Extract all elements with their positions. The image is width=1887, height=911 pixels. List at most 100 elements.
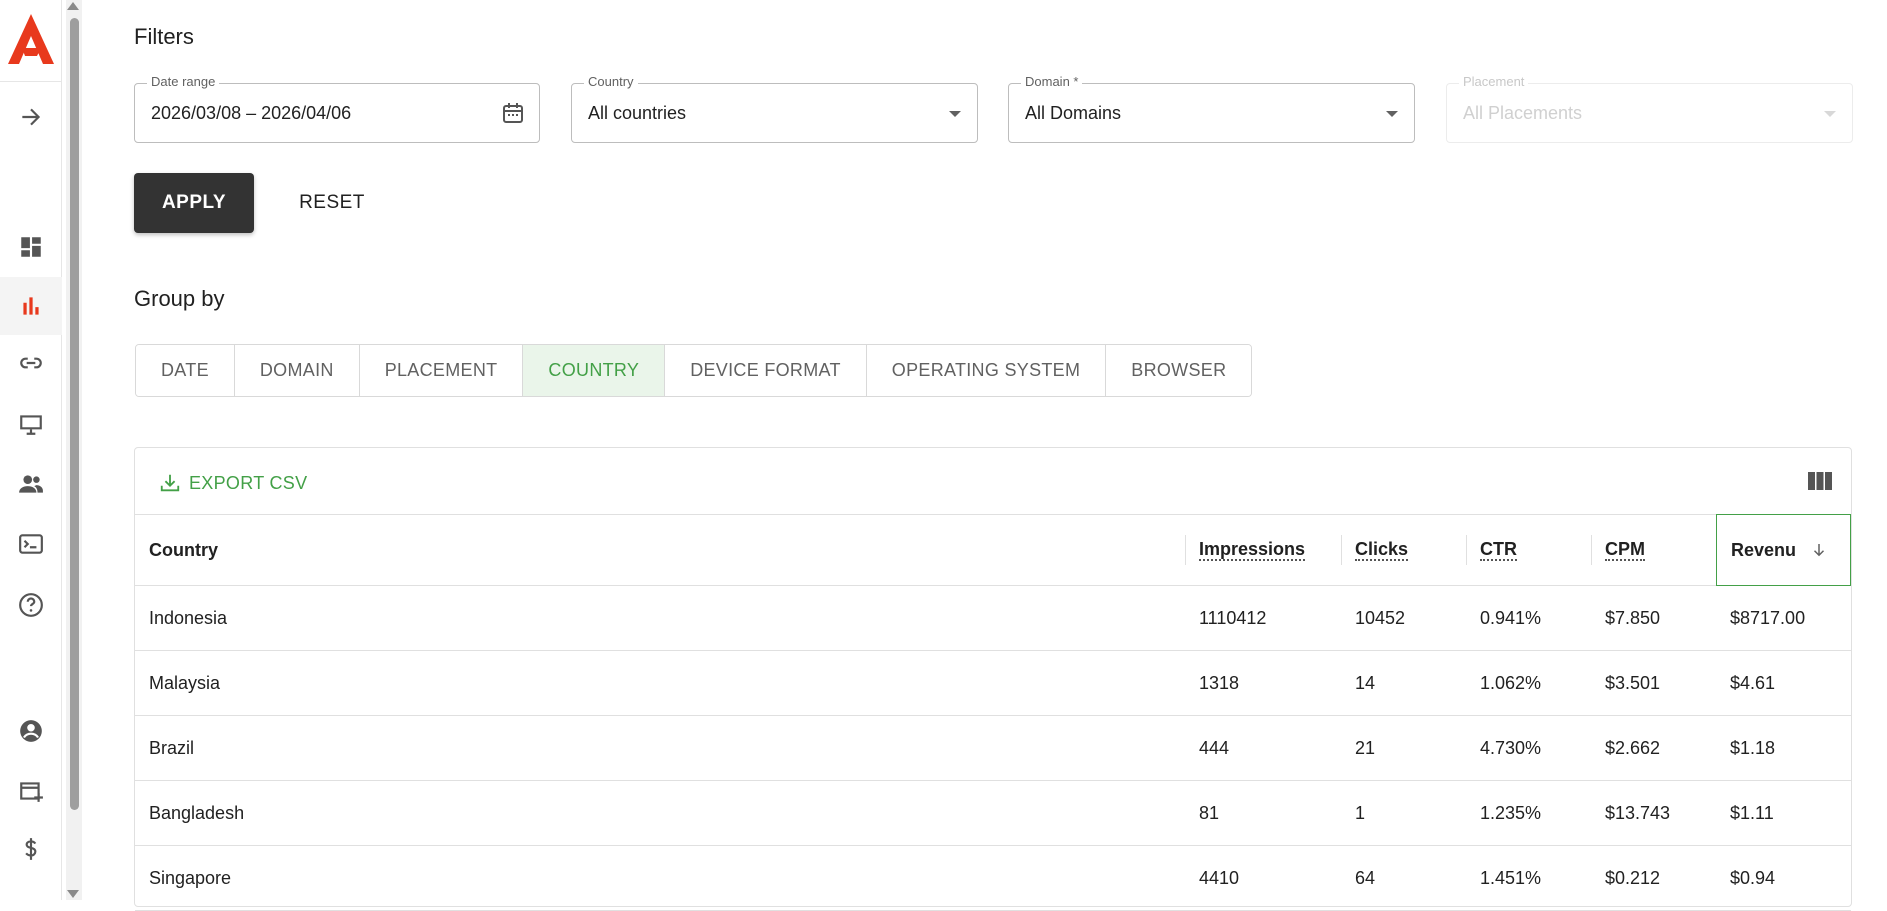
country-value: All countries [588,103,687,123]
domain-value: All Domains [1025,103,1122,123]
apply-button[interactable]: APPLY [134,173,254,233]
cell-country: Brazil [149,738,195,758]
cell-ctr: 0.941% [1480,608,1542,628]
cell-impressions: 444 [1199,738,1230,758]
group-by-title: Group by [134,286,225,311]
cell-revenue: $1.18 [1730,738,1776,758]
cell-ctr: 1.062% [1480,673,1542,693]
cell-revenue: $0.94 [1730,868,1776,888]
tab-date[interactable]: DATE [136,345,235,396]
col-header-clicks[interactable]: Clicks [1341,515,1466,585]
dollar-icon [25,838,37,860]
col-header-label: CTR [1480,539,1517,561]
table-row[interactable]: Brazil 444 21 4.730% $2.662 $1.18 [135,716,1851,781]
nav-billing[interactable] [0,762,62,820]
scroll-up-arrow[interactable] [67,2,79,10]
bar-chart-icon [23,297,39,315]
arrow-right-icon [22,108,41,126]
expand-sidebar-button[interactable] [0,88,62,146]
nav-links[interactable] [0,334,62,392]
add-card-icon [20,782,43,802]
cell-revenue: $1.11 [1730,803,1774,823]
nav-sites[interactable] [0,395,62,453]
help-icon [19,593,43,617]
nav-dashboard[interactable] [0,218,62,276]
tab-domain[interactable]: DOMAIN [234,345,360,396]
country-select[interactable]: Country All countries [571,74,978,143]
report-table-card: EXPORT CSV Country Impressions Clicks CT… [134,447,1852,911]
nav-users[interactable] [0,455,62,513]
cell-impressions: 4410 [1199,868,1240,888]
people-icon [19,475,43,493]
terminal-icon [19,534,43,554]
cell-clicks: 64 [1355,868,1376,888]
col-header-label: Country [149,539,218,560]
download-icon [160,474,180,492]
date-range-field[interactable]: Date range 2026/03/08 – 2026/04/06 [134,74,540,143]
col-header-cpm[interactable]: CPM [1591,515,1716,585]
tab-browser[interactable]: BROWSER [1106,345,1252,396]
cell-clicks: 10452 [1355,608,1406,628]
col-header-label: Clicks [1355,539,1409,561]
tab-placement[interactable]: PLACEMENT [359,345,524,396]
cell-country: Malaysia [149,673,221,693]
nav-help[interactable] [0,576,62,634]
col-header-impressions[interactable]: Impressions [1185,515,1341,585]
app-logo[interactable] [8,14,54,64]
nav-payments[interactable] [0,820,62,878]
dashboard-icon [21,237,41,257]
cell-cpm: $3.501 [1605,673,1661,693]
sidebar-divider [0,81,62,82]
sidebar [0,0,62,900]
export-csv-label: EXPORT CSV [189,472,308,493]
domain-select[interactable]: Domain * All Domains [1008,74,1415,143]
cell-cpm: $2.662 [1605,738,1661,758]
tab-operating-system[interactable]: OPERATING SYSTEM [866,345,1107,396]
cell-country: Singapore [149,868,232,888]
cell-clicks: 21 [1355,738,1376,758]
col-header-country[interactable]: Country [135,515,1185,585]
country-label: Country [584,74,638,89]
group-by-tabs: DATE DOMAIN PLACEMENT COUNTRY DEVICE FOR… [135,344,1253,397]
table-row[interactable]: Bangladesh 81 1 1.235% $13.743 $1.11 [135,781,1851,846]
cell-ctr: 1.451% [1480,868,1542,888]
nav-account[interactable] [0,702,62,760]
date-range-label: Date range [147,74,220,89]
dropdown-arrow-icon [949,111,961,117]
cell-revenue: $8717.00 [1730,608,1806,628]
cell-ctr: 4.730% [1480,738,1542,758]
nav-statistics[interactable] [0,277,62,335]
date-range-value: 2026/03/08 – 2026/04/06 [151,103,352,123]
cell-country: Indonesia [149,608,228,628]
scrollbar-thumb[interactable] [70,18,79,810]
reset-button[interactable]: RESET [282,178,382,228]
scroll-down-arrow[interactable] [67,890,79,898]
cell-impressions: 1110412 [1199,608,1267,628]
cell-ctr: 1.235% [1480,803,1542,823]
filters-title: Filters [134,24,194,49]
col-header-label: Revenu [1731,539,1797,560]
cell-cpm: $13.743 [1605,803,1671,823]
tab-country[interactable]: COUNTRY [523,345,666,396]
cell-country: Bangladesh [149,803,245,823]
cell-revenue: $4.61 [1730,673,1776,693]
monitor-icon [20,415,42,435]
calendar-icon[interactable] [501,101,525,125]
col-header-revenue[interactable]: Revenu [1716,514,1851,586]
link-icon [20,357,42,369]
cell-cpm: $0.212 [1605,868,1661,888]
dropdown-arrow-icon [1386,111,1398,117]
col-header-label: CPM [1605,539,1645,561]
col-header-ctr[interactable]: CTR [1466,515,1591,585]
placement-select: Placement All Placements [1446,74,1853,143]
sort-descending-icon[interactable] [1810,541,1828,559]
export-csv-button[interactable]: EXPORT CSV [159,468,307,498]
columns-icon[interactable] [1807,470,1833,492]
table-row[interactable]: Indonesia 1110412 10452 0.941% $7.850 $8… [135,586,1851,651]
table-header: Country Impressions Clicks CTR CPM Reven… [135,514,1851,586]
placement-value: All Placements [1463,103,1583,123]
table-row[interactable]: Malaysia 1318 14 1.062% $3.501 $4.61 [135,651,1851,716]
table-row[interactable]: Singapore 4410 64 1.451% $0.212 $0.94 [135,846,1851,911]
tab-device-format[interactable]: DEVICE FORMAT [665,345,867,396]
nav-terminal[interactable] [0,515,62,573]
